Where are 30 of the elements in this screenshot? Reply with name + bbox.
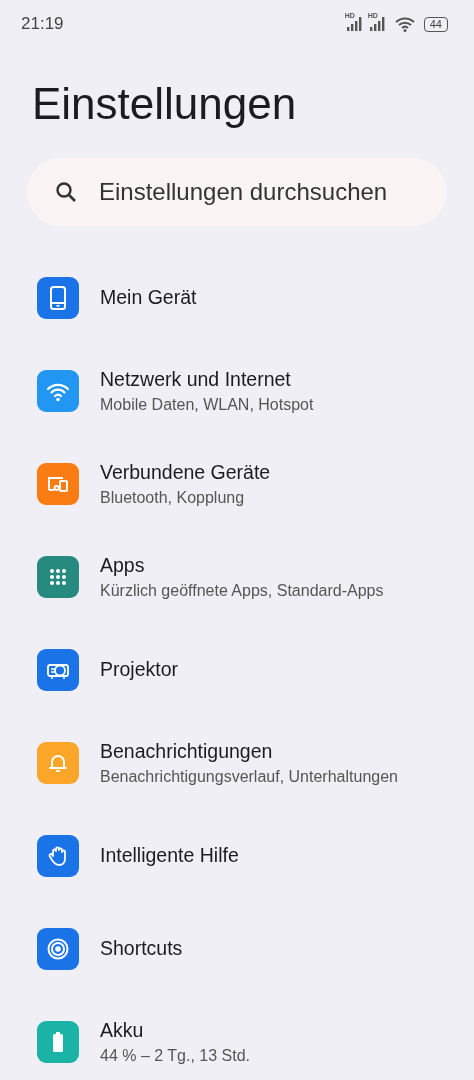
item-title: Mein Gerät [100, 286, 197, 309]
signal-icon [346, 17, 363, 31]
item-title: Netzwerk und Internet [100, 367, 292, 391]
item-title: Akku [100, 1018, 145, 1042]
item-subtitle: Kürzlich geöffnete Apps, Standard-Apps [100, 581, 384, 600]
search-field[interactable]: Einstellungen durchsuchen [27, 158, 447, 226]
item-title: Projektor [100, 658, 179, 681]
item-subtitle: Bluetooth, Kopplung [100, 488, 246, 507]
settings-item[interactable]: Shortcuts [0, 902, 474, 995]
battery-level: 44 [423, 16, 448, 32]
signal-icon [369, 17, 386, 31]
clock-time: 21:19 [21, 14, 64, 34]
settings-item[interactable]: Netzwerk und Internet Mobile Daten, WLAN, Hotspot [0, 344, 474, 437]
settings-item[interactable]: Apps Kürzlich geöffnete Apps, Standard-Apps [0, 530, 474, 623]
settings-item[interactable]: Projektor [0, 623, 474, 716]
item-title: Shortcuts [100, 937, 183, 960]
settings-item[interactable]: Intelligente Hilfe [0, 809, 474, 902]
settings-item[interactable]: Akku 44 % – 2 Tg., 13 Std. [0, 995, 474, 1080]
item-subtitle: Benachrichtigungsverlauf, Unterhaltungen [100, 767, 398, 786]
item-title: Verbundene Geräte [100, 460, 271, 484]
item-subtitle: 44 % – 2 Tg., 13 Std. [100, 1046, 251, 1065]
page-title: Einstellungen [32, 78, 298, 130]
wifi-icon [394, 16, 415, 32]
item-subtitle: Mobile Daten, WLAN, Hotspot [100, 395, 314, 414]
item-title: Benachrichtigungen [100, 739, 274, 763]
settings-item[interactable]: Benachrichtigungen Benachrichtigungsverlauf, Unterhaltungen [0, 716, 474, 809]
item-title: Apps [100, 553, 146, 577]
settings-item[interactable]: Mein Gerät [0, 251, 474, 344]
settings-item[interactable]: Verbundene Geräte Bluetooth, Kopplung [0, 437, 474, 530]
item-title: Intelligente Hilfe [100, 844, 239, 867]
